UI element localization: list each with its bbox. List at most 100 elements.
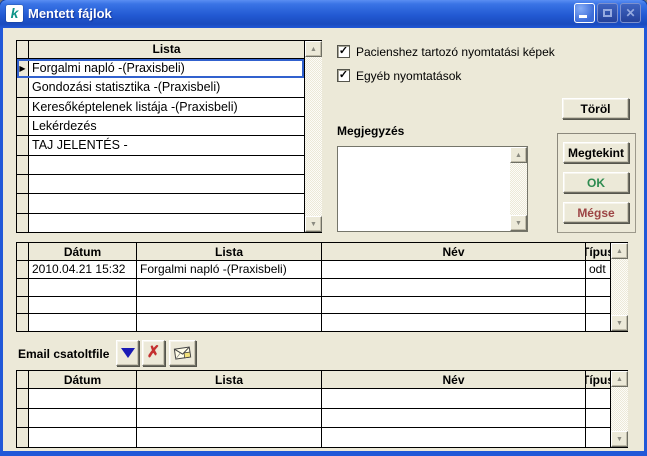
comment-scrollbar[interactable]: ▲ ▼ <box>510 147 527 231</box>
other-prints-checkbox-row: ✓ Egyéb nyomtatások <box>337 68 461 83</box>
list-row <box>17 156 304 175</box>
attachment-delete-button[interactable]: ✗ <box>142 340 165 366</box>
scroll-down-button[interactable]: ▼ <box>611 315 628 331</box>
table-cell <box>586 409 610 428</box>
table-row[interactable]: 2010.04.21 15:32Forgalmi napló -(Praxisb… <box>17 261 610 279</box>
table-cell <box>586 389 610 408</box>
column-header-datum: Dátum <box>29 371 137 388</box>
column-header-nev: Név <box>322 371 586 388</box>
list-item-label <box>29 194 304 212</box>
table-row <box>17 389 610 409</box>
check-icon: ✓ <box>339 70 348 81</box>
scroll-down-icon: ▼ <box>310 221 317 228</box>
list-item-label <box>29 214 304 232</box>
table-cell <box>586 428 610 447</box>
table-scrollbar[interactable]: ▲ ▼ <box>611 371 628 447</box>
scroll-up-button[interactable]: ▲ <box>611 243 628 259</box>
row-selector-header-cell <box>17 371 29 388</box>
table-cell: Forgalmi napló -(Praxisbeli) <box>137 261 322 278</box>
table-cell <box>322 261 586 278</box>
list-header-label: Lista <box>29 41 304 58</box>
table-cell <box>137 314 322 331</box>
list-header: Lista <box>17 41 304 59</box>
down-triangle-icon <box>121 348 135 358</box>
table-row <box>17 428 610 447</box>
attachment-down-button[interactable] <box>116 340 139 366</box>
scroll-up-button[interactable]: ▲ <box>611 371 628 387</box>
row-selector-cell <box>17 98 29 116</box>
scroll-down-button[interactable]: ▼ <box>611 431 628 447</box>
scroll-up-icon: ▲ <box>616 376 623 383</box>
list-row <box>17 214 304 232</box>
close-icon: ✕ <box>625 7 635 19</box>
list-row[interactable]: ▶Forgalmi napló -(Praxisbeli) <box>17 59 304 78</box>
comment-textarea[interactable]: ▲ ▼ <box>337 146 528 232</box>
row-selector-cell <box>17 389 29 408</box>
delete-button[interactable]: Töröl <box>562 98 629 119</box>
other-prints-checkbox[interactable]: ✓ <box>337 69 350 82</box>
table-cell <box>29 409 137 428</box>
column-header-lista: Lista <box>137 371 322 388</box>
row-selector-cell <box>17 409 29 428</box>
table-cell: 2010.04.21 15:32 <box>29 261 137 278</box>
table-row <box>17 279 610 297</box>
scroll-up-button[interactable]: ▲ <box>510 147 527 163</box>
table-scrollbar[interactable]: ▲ ▼ <box>611 243 628 331</box>
row-selector-cell <box>17 156 29 174</box>
maximize-button[interactable] <box>597 3 618 23</box>
maximize-icon <box>603 9 612 17</box>
table-header: Dátum Lista Név Típus <box>17 371 610 389</box>
list-item-label <box>29 175 304 193</box>
row-selector-cell <box>17 428 29 447</box>
comment-label: Megjegyzés <box>337 124 404 138</box>
table-cell <box>29 279 137 296</box>
patient-print-images-checkbox[interactable]: ✓ <box>337 45 350 58</box>
table-row <box>17 297 610 315</box>
title-bar[interactable]: k Mentett fájlok ✕ <box>0 0 647 28</box>
list-row[interactable]: Lekérdezés <box>17 117 304 136</box>
list-item-label <box>29 156 304 174</box>
column-header-tipus: Típus <box>586 243 610 260</box>
column-header-datum: Dátum <box>29 243 137 260</box>
window-title: Mentett fájlok <box>28 6 572 21</box>
cancel-button[interactable]: Mégse <box>563 202 629 223</box>
list-item-label: Lekérdezés <box>29 117 304 135</box>
list-row[interactable]: TAJ JELENTÉS - <box>17 136 304 155</box>
red-x-icon: ✗ <box>147 345 160 361</box>
other-prints-label: Egyéb nyomtatások <box>356 69 461 83</box>
patient-print-images-checkbox-row: ✓ Pacienshez tartozó nyomtatási képek <box>337 44 555 59</box>
scroll-down-button[interactable]: ▼ <box>305 216 322 232</box>
minimize-button[interactable] <box>574 3 595 23</box>
table-cell <box>586 297 610 314</box>
list-row[interactable]: Gondozási statisztika -(Praxisbeli) <box>17 78 304 97</box>
scroll-up-button[interactable]: ▲ <box>305 41 322 57</box>
row-selector-cell <box>17 175 29 193</box>
close-button[interactable]: ✕ <box>620 3 641 23</box>
ok-button[interactable]: OK <box>563 172 629 193</box>
row-selector-cell <box>17 194 29 212</box>
table-row <box>17 409 610 429</box>
row-selector-cell <box>17 117 29 135</box>
table-cell <box>322 409 586 428</box>
view-button[interactable]: Megtekint <box>563 142 629 163</box>
scroll-up-icon: ▲ <box>310 46 317 53</box>
saved-files-table: Dátum Lista Név Típus 2010.04.21 15:32Fo… <box>16 242 628 332</box>
scroll-down-button[interactable]: ▼ <box>510 215 527 231</box>
list-item-label: Keresőképtelenek listája -(Praxisbeli) <box>29 98 304 116</box>
table-cell <box>322 389 586 408</box>
row-selector-arrow-icon: ▶ <box>17 59 29 77</box>
envelope-icon <box>173 345 193 361</box>
table-cell <box>137 428 322 447</box>
row-selector-header-cell <box>17 243 29 260</box>
column-header-nev: Név <box>322 243 586 260</box>
list-scrollbar[interactable]: ▲ ▼ <box>305 41 322 232</box>
list-row <box>17 194 304 213</box>
row-selector-cell <box>17 78 29 96</box>
attachment-send-mail-button[interactable] <box>169 340 196 366</box>
table-cell <box>322 314 586 331</box>
row-selector-cell <box>17 297 29 314</box>
list-row[interactable]: Keresőképtelenek listája -(Praxisbeli) <box>17 98 304 117</box>
app-icon[interactable]: k <box>6 5 23 22</box>
table-cell: odt <box>586 261 610 278</box>
dialog-window: k Mentett fájlok ✕ Lista ▶Forgalmi napló… <box>0 0 647 456</box>
